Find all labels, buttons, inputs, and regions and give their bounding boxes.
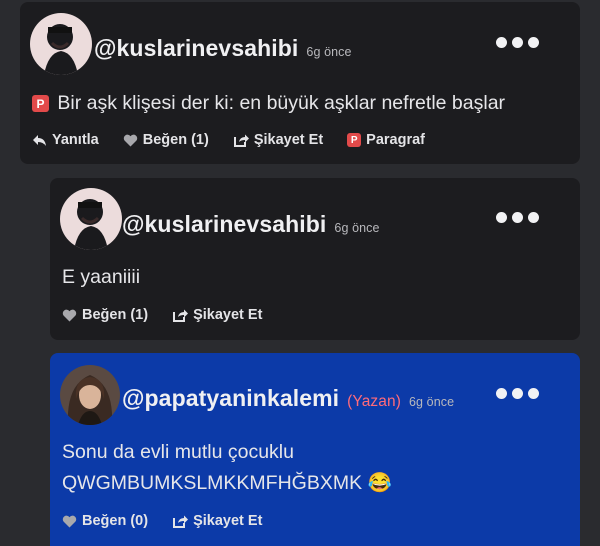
like-button[interactable]: Beğen (1) — [62, 307, 148, 323]
paragraph-label: Paragraf — [366, 132, 425, 148]
report-label: Şikayet Et — [193, 307, 263, 323]
username-text[interactable]: @kuslarinevsahibi — [122, 211, 326, 237]
paragraph-badge-icon: P — [32, 95, 49, 113]
avatar[interactable] — [30, 13, 92, 75]
reply-icon — [33, 134, 46, 146]
heart-icon — [123, 134, 137, 146]
comment-text: E yaaniiii — [62, 266, 141, 288]
username[interactable]: @papatyaninkalemi (Yazan) 6g önce — [122, 385, 454, 412]
dot-icon — [528, 212, 539, 223]
username-text[interactable]: @kuslarinevsahibi — [94, 35, 298, 61]
author-tag: (Yazan) — [347, 393, 401, 410]
more-options-button[interactable] — [496, 37, 539, 48]
share-out-icon — [173, 309, 189, 322]
report-button[interactable]: Şikayet Et — [233, 132, 323, 148]
dot-icon — [528, 37, 539, 48]
like-label: Beğen (1) — [142, 132, 209, 148]
comment-actions: Beğen (1) Şikayet Et — [62, 307, 286, 323]
report-button[interactable]: Şikayet Et — [172, 307, 262, 323]
username-text[interactable]: @papatyaninkalemi — [122, 385, 339, 411]
paragraph-button[interactable]: P Paragraf — [347, 132, 425, 148]
comment-text-line1: Sonu da evli mutlu çocuklu — [62, 441, 294, 463]
paragraph-badge-icon: P — [347, 133, 362, 147]
avatar[interactable] — [60, 365, 120, 425]
dot-icon — [512, 212, 523, 223]
timestamp: 6g önce — [306, 45, 352, 59]
comment-text: Bir aşk klişesi der ki: en büyük aşklar … — [57, 92, 506, 114]
share-out-icon — [233, 134, 249, 147]
username[interactable]: @kuslarinevsahibi 6g önce — [94, 35, 352, 62]
reply-label: Yanıtla — [52, 132, 99, 148]
dot-icon — [496, 37, 507, 48]
heart-icon — [62, 515, 77, 527]
report-label: Şikayet Et — [253, 132, 324, 148]
dot-icon — [496, 212, 507, 223]
dot-icon — [496, 388, 507, 399]
comment-actions: Beğen (0) Şikayet Et — [62, 513, 286, 529]
like-label: Beğen (0) — [82, 513, 149, 529]
more-options-button[interactable] — [496, 388, 539, 399]
reply-card: @kuslarinevsahibi 6g önce E yaaniiii Beğe… — [50, 178, 580, 340]
author-reply-card: @papatyaninkalemi (Yazan) 6g önce Sonu da … — [50, 353, 580, 546]
dot-icon — [528, 388, 539, 399]
heart-icon — [62, 309, 77, 321]
report-label: Şikayet Et — [193, 513, 263, 529]
like-button[interactable]: Beğen (0) — [62, 513, 148, 529]
timestamp: 6g önce — [408, 395, 455, 409]
like-button[interactable]: Beğen (1) — [123, 132, 209, 148]
report-button[interactable]: Şikayet Et — [172, 513, 262, 529]
comment-text-row: P Bir aşk klişesi der ki: en büyük aşkla… — [32, 88, 505, 118]
dot-icon — [512, 37, 523, 48]
reply-button[interactable]: Yanıtla — [32, 132, 99, 148]
comment-actions: Yanıtla Beğen (1) Şikayet Et P Paragraf — [32, 132, 449, 148]
like-label: Beğen (1) — [82, 307, 149, 323]
comment-card: @kuslarinevsahibi 6g önce P Bir aşk klişe… — [20, 2, 580, 164]
username[interactable]: @kuslarinevsahibi 6g önce — [122, 211, 380, 238]
more-options-button[interactable] — [496, 212, 539, 223]
dot-icon — [512, 388, 523, 399]
share-out-icon — [173, 515, 189, 528]
avatar[interactable] — [60, 188, 122, 250]
comment-text-line2: QWGMBUMKSLMKKMFHĞBXMK 😂 — [62, 472, 392, 494]
timestamp: 6g önce — [334, 221, 380, 235]
